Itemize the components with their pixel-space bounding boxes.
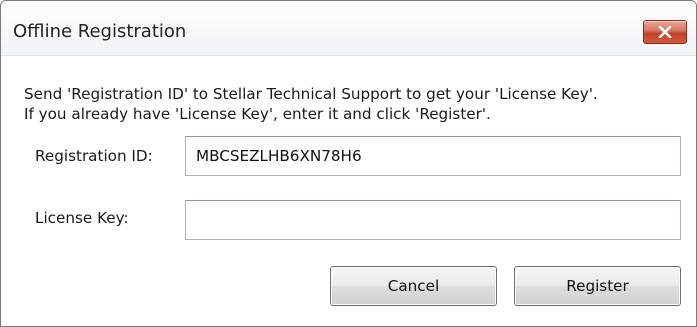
instruction-text: Send 'Registration ID' to Stellar Techni… <box>24 84 694 124</box>
cancel-button[interactable]: Cancel <box>330 266 497 306</box>
dialog-body: Send 'Registration ID' to Stellar Techni… <box>1 56 696 326</box>
close-button[interactable] <box>643 20 687 44</box>
registration-id-label: Registration ID: <box>35 147 153 165</box>
offline-registration-dialog: Offline Registration Send 'Registration … <box>0 0 697 327</box>
registration-id-field[interactable] <box>185 136 681 176</box>
license-key-field[interactable] <box>185 200 681 240</box>
dialog-title: Offline Registration <box>13 21 187 42</box>
instruction-line-2: If you already have 'License Key', enter… <box>24 105 491 123</box>
license-key-label: License Key: <box>35 209 129 227</box>
close-x-icon <box>658 26 672 38</box>
instruction-line-1: Send 'Registration ID' to Stellar Techni… <box>24 85 598 103</box>
register-button[interactable]: Register <box>514 266 681 306</box>
title-bar[interactable]: Offline Registration <box>1 1 696 56</box>
